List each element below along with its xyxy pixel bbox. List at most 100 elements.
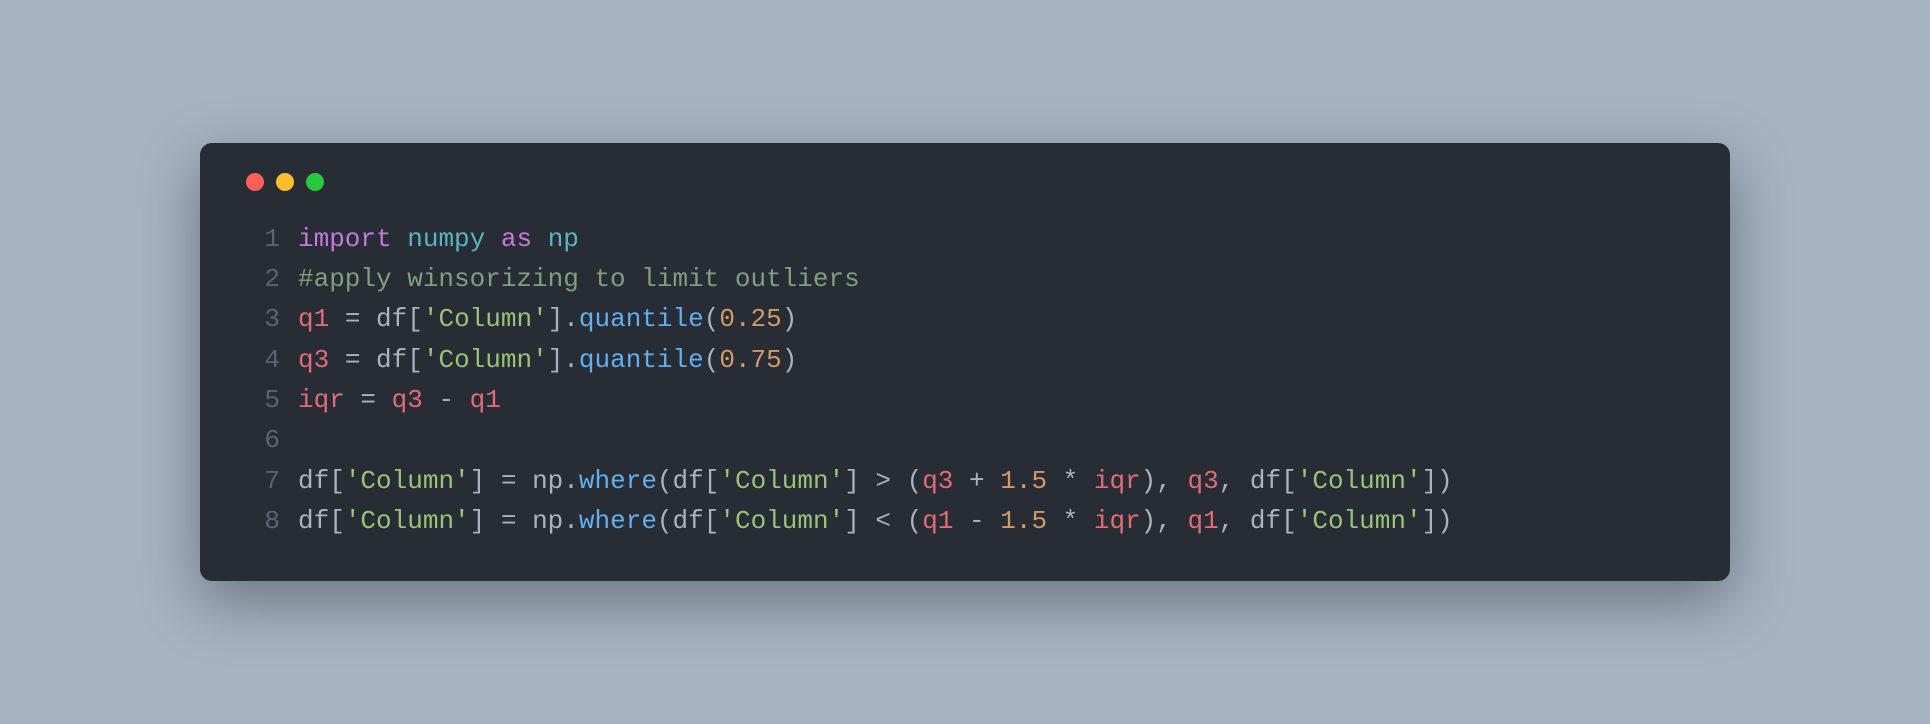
token-punct: . xyxy=(563,506,579,536)
token-comment: #apply winsorizing to limit outliers xyxy=(298,264,860,294)
token-punct: , xyxy=(1219,466,1250,496)
token-obj: df xyxy=(298,506,329,536)
token-num: 1.5 xyxy=(1000,466,1047,496)
token-punct: ) xyxy=(782,345,798,375)
token-punct xyxy=(485,224,501,254)
line-number: 2 xyxy=(240,259,280,299)
code-block[interactable]: 1 import numpy as np 2 #apply winsorizing t… xyxy=(240,219,1690,541)
token-op: - xyxy=(953,506,1000,536)
line-number: 5 xyxy=(240,380,280,420)
token-op: = xyxy=(345,385,392,415)
line-content: q3 = df['Column'].quantile(0.75) xyxy=(298,340,797,380)
token-obj: df xyxy=(376,345,407,375)
token-op: + xyxy=(953,466,1000,496)
code-line: 3q1 = df['Column'].quantile(0.25) xyxy=(240,299,1690,339)
code-line: 1 import numpy as np xyxy=(240,219,1690,259)
token-op: = xyxy=(329,304,376,334)
token-op: ] = xyxy=(470,466,532,496)
traffic-lights xyxy=(246,173,1690,191)
token-punct: ( xyxy=(657,466,673,496)
line-content: df['Column'] = np.where(df['Column'] < (… xyxy=(298,501,1453,541)
code-line: 7 df['Column'] = np.where(df['Column'] > … xyxy=(240,461,1690,501)
line-number: 6 xyxy=(240,420,280,460)
token-punct: ) xyxy=(782,304,798,334)
code-line: 4 q3 = df['Column'].quantile(0.75) xyxy=(240,340,1690,380)
token-var: iqr xyxy=(1094,466,1141,496)
token-func: where xyxy=(579,466,657,496)
line-number: 7 xyxy=(240,461,280,501)
token-str: 'Column' xyxy=(1297,466,1422,496)
code-line: 8df['Column'] = np.where(df['Column'] < … xyxy=(240,501,1690,541)
token-punct: ( xyxy=(657,506,673,536)
token-num: 0.75 xyxy=(719,345,781,375)
token-op: ] > ( xyxy=(844,466,922,496)
token-np: np xyxy=(532,506,563,536)
token-var: q3 xyxy=(392,385,423,415)
line-content: iqr = q3 - q1 xyxy=(298,380,501,420)
token-punct: ]) xyxy=(1422,466,1453,496)
token-punct: [ xyxy=(329,506,345,536)
token-str: 'Column' xyxy=(719,466,844,496)
minimize-icon[interactable] xyxy=(276,173,294,191)
token-punct: [ xyxy=(704,466,720,496)
token-punct: ), xyxy=(1141,466,1188,496)
token-punct: ]. xyxy=(548,304,579,334)
token-punct: [ xyxy=(407,345,423,375)
line-content: df['Column'] = np.where(df['Column'] > (… xyxy=(298,461,1453,501)
token-op: * xyxy=(1047,506,1094,536)
token-str: 'Column' xyxy=(345,466,470,496)
token-punct: [ xyxy=(704,506,720,536)
line-number: 1 xyxy=(240,219,280,259)
code-line: 6 xyxy=(240,420,1690,460)
token-punct: ]) xyxy=(1422,506,1453,536)
token-punct: ), xyxy=(1141,506,1188,536)
token-num: 0.25 xyxy=(719,304,781,334)
line-content: import numpy as np xyxy=(298,219,579,259)
token-var: iqr xyxy=(298,385,345,415)
line-number: 4 xyxy=(240,340,280,380)
token-punct xyxy=(392,224,408,254)
token-op: ] < ( xyxy=(844,506,922,536)
token-punct: [ xyxy=(407,304,423,334)
token-func: quantile xyxy=(579,304,704,334)
token-var: q1 xyxy=(922,506,953,536)
token-var: q3 xyxy=(1187,466,1218,496)
token-func: where xyxy=(579,506,657,536)
token-func: quantile xyxy=(579,345,704,375)
token-str: 'Column' xyxy=(423,345,548,375)
token-var: q3 xyxy=(298,345,329,375)
token-var: q1 xyxy=(1187,506,1218,536)
token-num: 1.5 xyxy=(1000,506,1047,536)
token-obj: df xyxy=(1250,466,1281,496)
close-icon[interactable] xyxy=(246,173,264,191)
token-var: q1 xyxy=(298,304,329,334)
token-str: 'Column' xyxy=(719,506,844,536)
token-as: as xyxy=(501,224,532,254)
line-content: #apply winsorizing to limit outliers xyxy=(298,259,860,299)
token-obj: df xyxy=(1250,506,1281,536)
code-line: 5 iqr = q3 - q1 xyxy=(240,380,1690,420)
token-op: - xyxy=(423,385,470,415)
token-var: q3 xyxy=(922,466,953,496)
token-op: ] = xyxy=(470,506,532,536)
token-obj: df xyxy=(673,466,704,496)
zoom-icon[interactable] xyxy=(306,173,324,191)
token-punct: [ xyxy=(1281,506,1297,536)
token-alias: np xyxy=(548,224,579,254)
token-mod: numpy xyxy=(407,224,485,254)
token-punct: [ xyxy=(1281,466,1297,496)
token-var: q1 xyxy=(470,385,501,415)
token-punct: ( xyxy=(704,304,720,334)
token-str: 'Column' xyxy=(345,506,470,536)
line-number: 3 xyxy=(240,299,280,339)
token-obj: df xyxy=(673,506,704,536)
token-punct: ]. xyxy=(548,345,579,375)
token-str: 'Column' xyxy=(1297,506,1422,536)
token-punct: . xyxy=(563,466,579,496)
token-punct: , xyxy=(1219,506,1250,536)
token-obj: df xyxy=(298,466,329,496)
token-obj: df xyxy=(376,304,407,334)
token-var: iqr xyxy=(1094,506,1141,536)
token-op: * xyxy=(1047,466,1094,496)
token-kw: import xyxy=(298,224,392,254)
